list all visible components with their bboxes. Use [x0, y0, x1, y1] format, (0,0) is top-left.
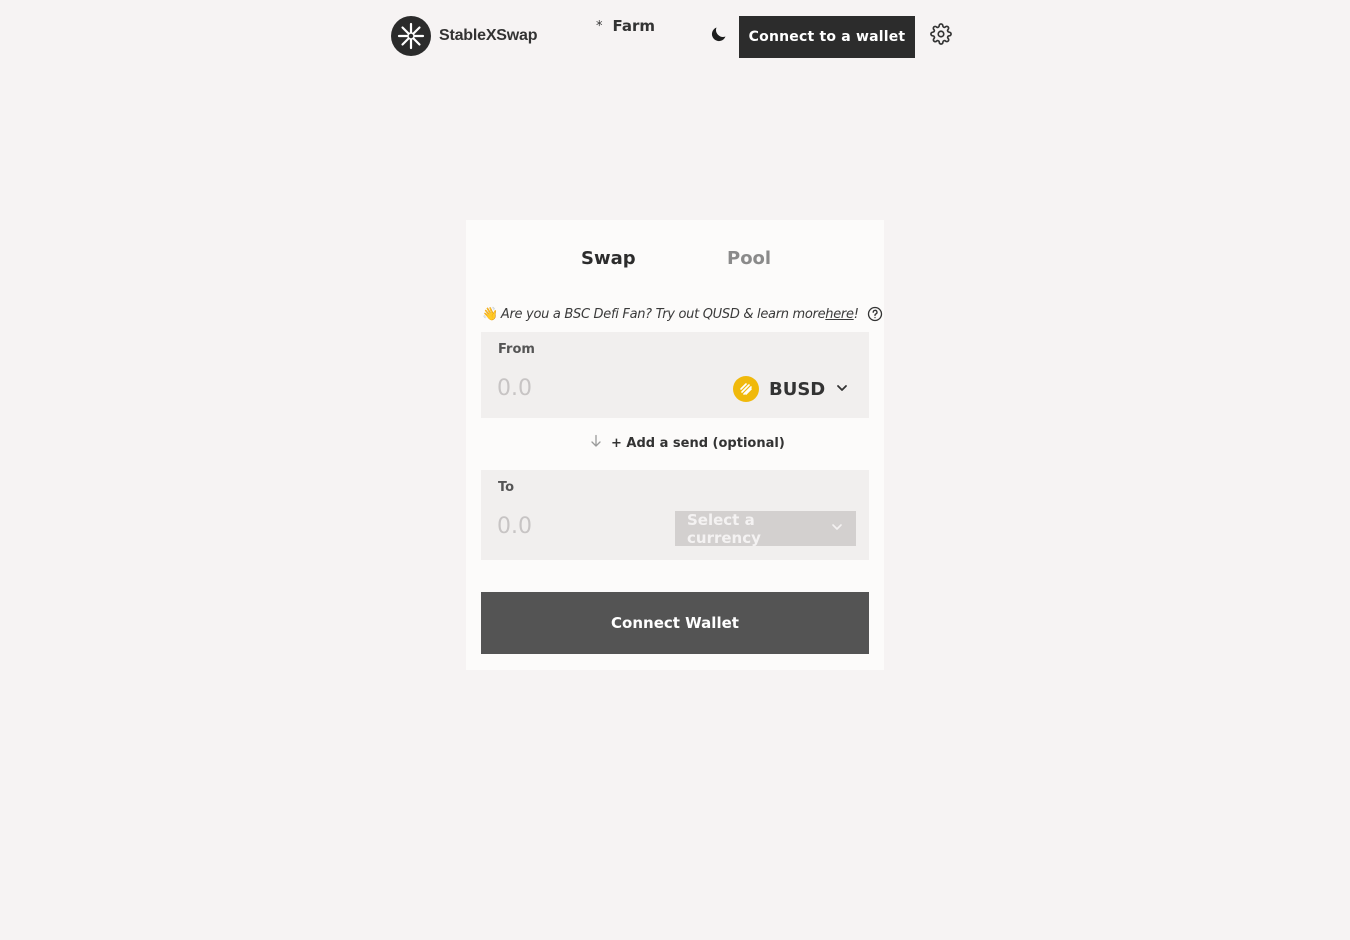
to-panel: To Select a currency: [481, 470, 869, 560]
nav-farm-link[interactable]: * Farm: [596, 17, 655, 35]
top-nav: StableXSwap * Farm Connect to a wallet: [0, 0, 1350, 72]
waving-hand-icon: 👋: [482, 306, 498, 322]
to-label: To: [498, 480, 515, 495]
tab-pool[interactable]: Pool: [727, 248, 771, 269]
connect-wallet-button[interactable]: Connect Wallet: [481, 592, 869, 654]
add-send-button[interactable]: + Add a send (optional): [589, 434, 785, 452]
nav-farm-label: Farm: [612, 17, 656, 35]
logo-icon: [391, 16, 431, 56]
swap-card: Swap Pool 👋 Are you a BSC Defi Fan? Try …: [466, 220, 884, 670]
chevron-down-icon: [835, 380, 849, 399]
from-label: From: [498, 342, 535, 357]
promo-banner: 👋 Are you a BSC Defi Fan? Try out QUSD &…: [482, 306, 882, 322]
swap-pool-tabs: Swap Pool: [466, 248, 884, 276]
add-send-label: + Add a send (optional): [611, 435, 785, 451]
busd-token-icon: [733, 376, 759, 402]
brand-name: StableXSwap: [439, 27, 538, 44]
from-panel: From BUSD: [481, 332, 869, 418]
arrow-down-icon: [589, 434, 603, 452]
promo-text: Are you a BSC Defi Fan? Try out QUSD & l…: [500, 306, 826, 322]
question-icon[interactable]: [867, 306, 883, 322]
settings-button[interactable]: [926, 21, 956, 51]
theme-toggle-button[interactable]: [705, 22, 733, 50]
promo-suffix: !: [853, 306, 859, 322]
moon-icon: [709, 24, 729, 48]
tab-swap[interactable]: Swap: [581, 248, 636, 269]
to-amount-input[interactable]: [497, 510, 697, 542]
farm-star-icon: *: [596, 18, 603, 34]
brand-logo[interactable]: StableXSwap: [391, 16, 537, 56]
gear-icon: [930, 23, 952, 49]
from-amount-input[interactable]: [497, 372, 697, 404]
from-token-select[interactable]: BUSD: [733, 374, 849, 404]
select-currency-button[interactable]: Select a currency: [675, 510, 856, 547]
connect-to-wallet-button[interactable]: Connect to a wallet: [739, 16, 915, 58]
select-currency-label: Select a currency: [687, 510, 761, 547]
promo-here-link[interactable]: here: [825, 307, 854, 322]
from-token-symbol: BUSD: [769, 378, 826, 400]
chevron-down-icon: [830, 520, 844, 538]
